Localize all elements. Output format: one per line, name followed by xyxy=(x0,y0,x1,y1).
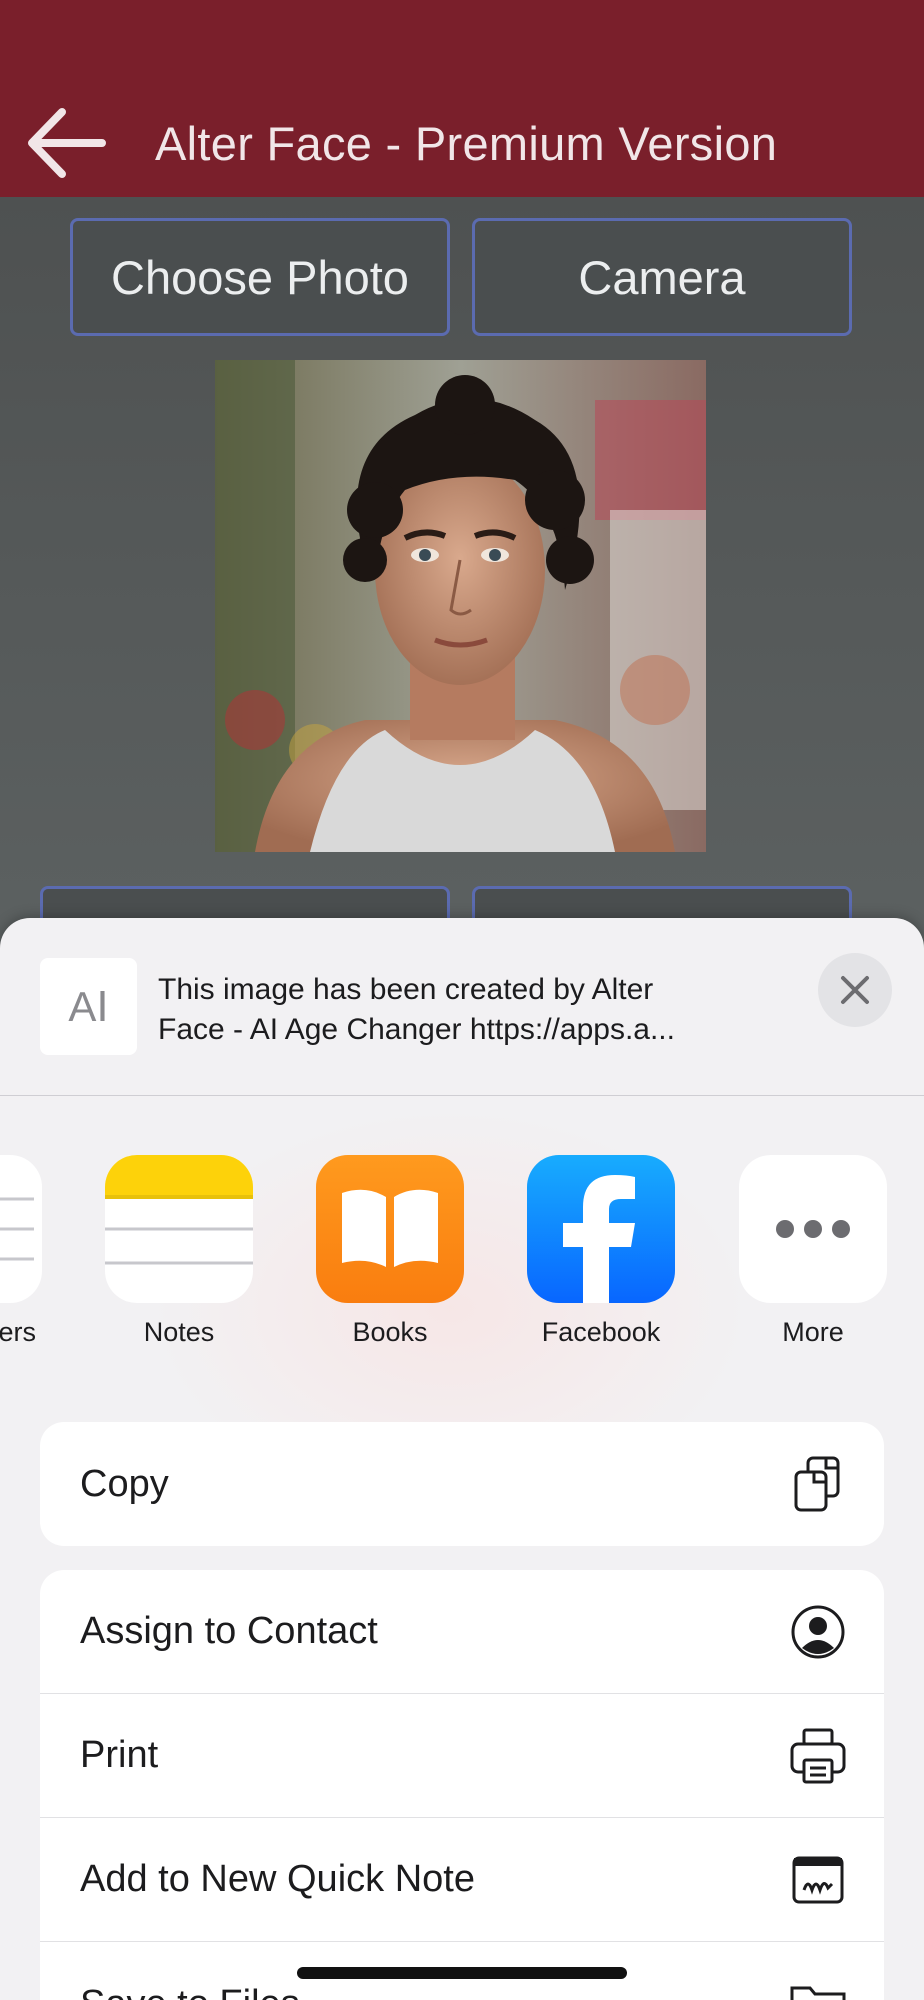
app-label-reminders[interactable]: ers xyxy=(0,1317,36,1348)
app-header: Alter Face - Premium Version xyxy=(0,0,924,197)
contact-icon xyxy=(791,1605,845,1658)
back-arrow-icon[interactable] xyxy=(22,100,112,186)
notes-icon xyxy=(105,1155,253,1265)
app-label-books[interactable]: Books xyxy=(300,1317,480,1348)
page-title: Alter Face - Premium Version xyxy=(155,117,778,170)
portrait-photo xyxy=(215,360,706,852)
action-label-quick-note: Add to New Quick Note xyxy=(80,1858,475,1900)
close-icon xyxy=(841,976,869,1004)
action-label-copy: Copy xyxy=(80,1462,169,1505)
books-icon xyxy=(342,1189,438,1267)
action-label-print: Print xyxy=(80,1734,159,1776)
home-indicator xyxy=(297,1967,627,1979)
printer-icon xyxy=(790,1728,846,1783)
app-facebook[interactable] xyxy=(527,1155,675,1303)
quick-note-icon xyxy=(792,1856,844,1903)
action-copy[interactable]: Copy xyxy=(40,1422,884,1546)
reminders-icon xyxy=(0,1197,34,1261)
action-group-copy: Copy xyxy=(40,1422,884,1546)
action-quick-note[interactable]: Add to New Quick Note xyxy=(40,1818,884,1942)
share-preview-text: This image has been created by Alter Fac… xyxy=(158,970,748,1050)
choose-photo-button[interactable]: Choose Photo xyxy=(70,218,450,336)
share-sheet: AI This image has been created by Alter … xyxy=(0,918,924,2000)
sheet-divider xyxy=(0,1095,924,1096)
copy-icon xyxy=(794,1456,840,1512)
preview-thumbnail: AI xyxy=(40,958,137,1055)
action-assign-contact[interactable]: Assign to Contact xyxy=(40,1570,884,1694)
app-reminders[interactable] xyxy=(0,1155,42,1303)
folder-icon xyxy=(790,1986,846,2000)
action-label-save-files: Save to Files xyxy=(80,1983,300,2000)
app-more[interactable] xyxy=(739,1155,887,1303)
text-document-icon: A xyxy=(68,982,97,1030)
app-label-more[interactable]: More xyxy=(723,1317,903,1348)
preview-text-line-2: Face - AI Age Changer https://apps.a... xyxy=(158,1013,675,1046)
more-icon xyxy=(776,1220,850,1238)
action-label-assign-contact: Assign to Contact xyxy=(80,1610,378,1652)
app-label-notes[interactable]: Notes xyxy=(89,1317,269,1348)
close-button[interactable] xyxy=(818,953,892,1027)
action-print[interactable]: Print xyxy=(40,1694,884,1818)
camera-button[interactable]: Camera xyxy=(472,218,852,336)
preview-text-line-1: This image has been created by Alter xyxy=(158,973,654,1006)
app-books[interactable] xyxy=(316,1155,464,1303)
app-notes[interactable] xyxy=(105,1155,253,1303)
facebook-icon xyxy=(563,1175,635,1303)
app-label-facebook[interactable]: Facebook xyxy=(511,1317,691,1348)
action-group-main: Assign to Contact Print Add to New Quick… xyxy=(40,1570,884,2000)
